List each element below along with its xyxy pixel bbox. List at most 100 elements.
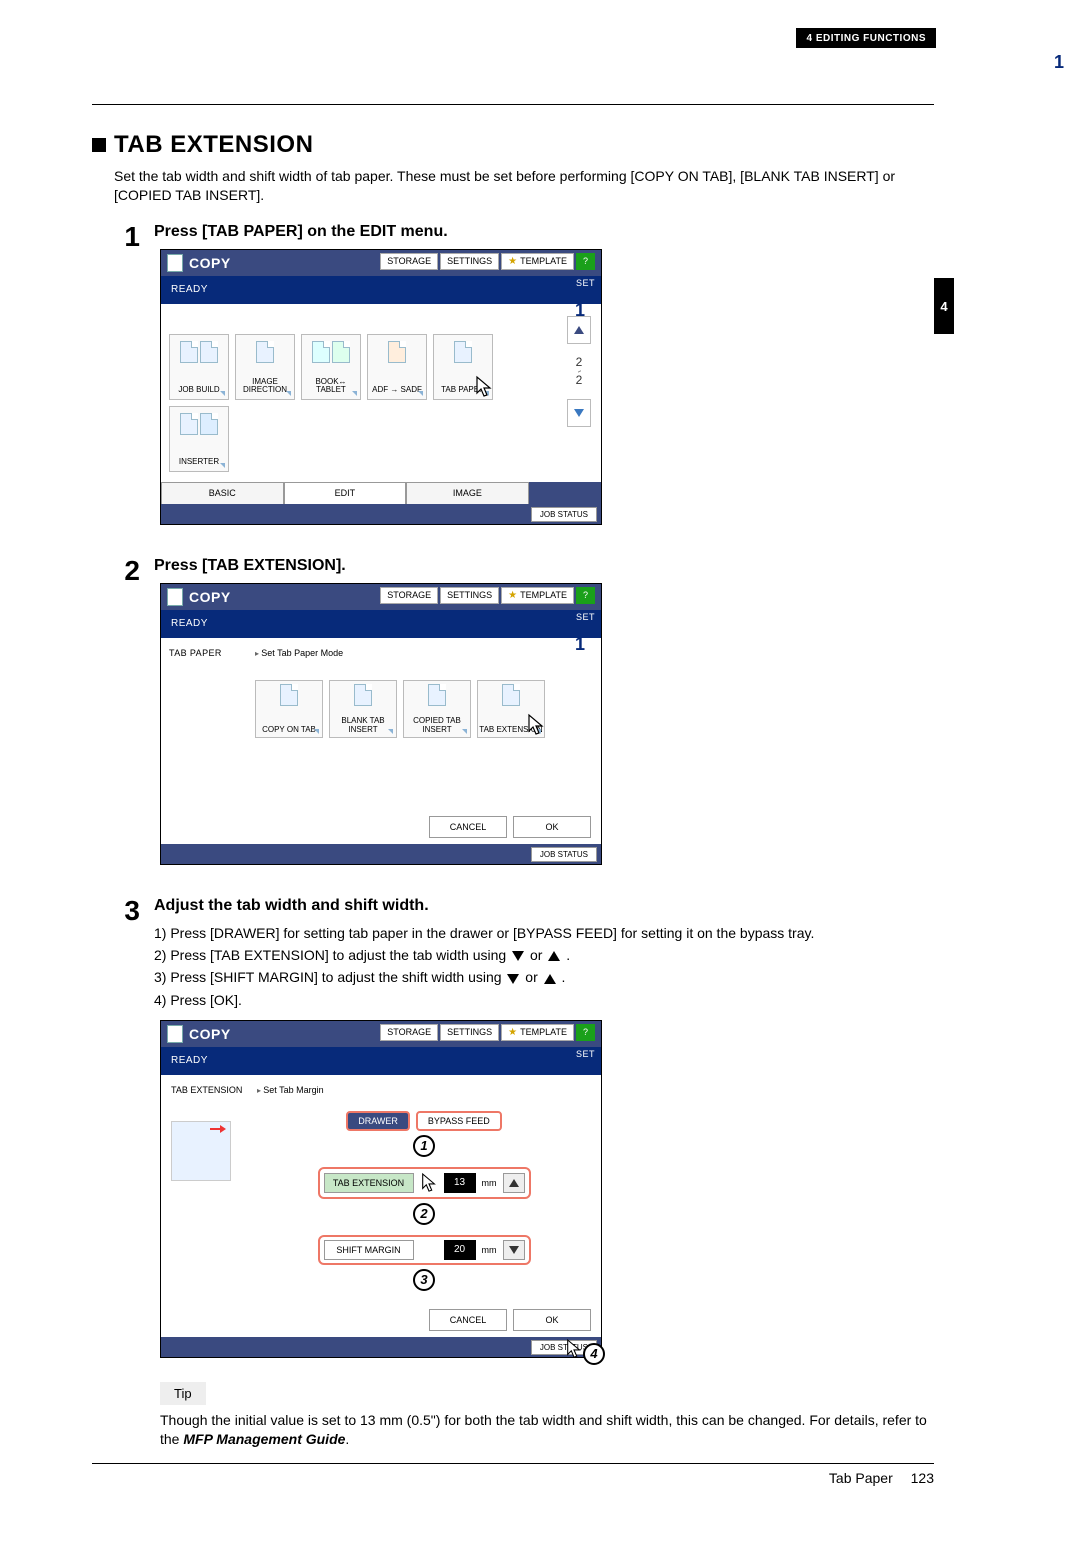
page-indicator: 22: [576, 348, 583, 395]
page-footer: Tab Paper 123: [92, 1463, 934, 1486]
option-image-direction[interactable]: IMAGE DIRECTION: [235, 334, 295, 400]
up-triangle-icon: [548, 951, 560, 961]
drawer-button[interactable]: DRAWER: [346, 1111, 410, 1131]
section-description: Set the tab width and shift width of tab…: [114, 167, 934, 205]
step-number: 2: [114, 557, 140, 865]
shift-margin-button[interactable]: SHIFT MARGIN: [324, 1240, 414, 1260]
decrement-button[interactable]: [503, 1240, 525, 1260]
top-tab-template[interactable]: TEMPLATE: [501, 253, 574, 270]
copy-app-icon: [167, 588, 183, 606]
top-tab-settings[interactable]: SETTINGS: [440, 1024, 499, 1041]
bullet-square-icon: [92, 138, 106, 152]
top-divider: [92, 104, 934, 105]
sub-steps: 1) Press [DRAWER] for setting tab paper …: [154, 923, 934, 1010]
option-copied-tab-insert[interactable]: COPIED TAB INSERT: [403, 680, 471, 738]
screen-app-title: COPY: [189, 589, 231, 605]
copy-count: 1: [1054, 52, 1064, 1548]
set-label: SET: [576, 612, 595, 622]
screen-status: READY SET: [161, 276, 601, 304]
option-adf-sadf[interactable]: ADF → SADF: [367, 334, 427, 400]
step-3: 3 Adjust the tab width and shift width. …: [92, 897, 934, 1449]
step-2: 2 Press [TAB EXTENSION]. COPY STORAGE SE…: [92, 557, 934, 865]
status-text: READY: [171, 284, 208, 295]
submenu-caption: Set Tab Margin: [257, 1085, 324, 1095]
tip-text: Though the initial value is set to 13 mm…: [160, 1411, 934, 1449]
option-book-tablet[interactable]: BOOK↔ TABLET: [301, 334, 361, 400]
option-tab-paper[interactable]: TAB PAPER: [433, 334, 493, 400]
step-1: 1 Press [TAB PAPER] on the EDIT menu. CO…: [92, 223, 934, 525]
screen-edit-menu: COPY STORAGE SETTINGS TEMPLATE ? READY S…: [160, 249, 602, 525]
submenu-title: TAB EXTENSION: [171, 1085, 257, 1095]
top-tab-storage[interactable]: STORAGE: [380, 1024, 438, 1041]
option-blank-tab-insert[interactable]: BLANK TAB INSERT: [329, 680, 397, 738]
up-triangle-icon: [544, 974, 556, 984]
submenu-caption: Set Tab Paper Mode: [255, 648, 593, 658]
screen-titlebar: COPY STORAGE SETTINGS TEMPLATE ?: [161, 250, 601, 276]
screen-tab-paper: COPY STORAGE SETTINGS TEMPLATE ? READY S…: [160, 583, 602, 865]
substep-3: 3) Press [SHIFT MARGIN] to adjust the sh…: [154, 967, 934, 987]
step-title: Adjust the tab width and shift width.: [154, 897, 934, 915]
section-title-text: TAB EXTENSION: [114, 131, 313, 159]
page-header: 4 EDITING FUNCTIONS: [0, 0, 1080, 50]
bottom-tab-basic[interactable]: BASIC: [161, 482, 284, 504]
click-cursor-icon: [420, 1172, 438, 1194]
tab-illustration: [171, 1121, 231, 1181]
copy-count: 1: [575, 634, 585, 828]
tip-label: Tip: [160, 1382, 206, 1405]
page-number: 123: [911, 1470, 934, 1486]
screen-footer: JOB STATUS: [161, 504, 601, 524]
top-tab-settings[interactable]: SETTINGS: [440, 253, 499, 270]
option-job-build[interactable]: JOB BUILD: [169, 334, 229, 400]
screen-app-title: COPY: [189, 1026, 231, 1042]
top-tab-help[interactable]: ?: [576, 253, 595, 270]
tab-width-value: 13: [444, 1173, 476, 1193]
copy-app-icon: [167, 254, 183, 272]
increment-button[interactable]: [503, 1173, 525, 1193]
substep-4: 4) Press [OK].: [154, 990, 934, 1010]
status-text: READY: [171, 618, 208, 629]
unit-label: mm: [482, 1178, 497, 1188]
click-cursor-icon: [474, 375, 494, 401]
screen-app-title: COPY: [189, 255, 231, 271]
chapter-side-tab: 4: [934, 278, 954, 334]
bottom-tab-spacer: [529, 482, 601, 504]
status-text: READY: [171, 1055, 208, 1066]
bypass-feed-button[interactable]: BYPASS FEED: [416, 1111, 502, 1131]
cancel-button[interactable]: CANCEL: [429, 1309, 507, 1331]
top-tab-help[interactable]: ?: [576, 1024, 595, 1041]
section-title: TAB EXTENSION: [92, 131, 934, 159]
callout-3: 3: [413, 1269, 435, 1291]
click-cursor-icon: [565, 1338, 583, 1363]
top-tab-settings[interactable]: SETTINGS: [440, 587, 499, 604]
bottom-tab-edit[interactable]: EDIT: [284, 482, 407, 504]
copy-app-icon: [167, 1025, 183, 1043]
option-copy-on-tab[interactable]: COPY ON TAB: [255, 680, 323, 738]
click-cursor-icon: [526, 713, 546, 739]
step-number: 3: [114, 897, 140, 1449]
tab-extension-button[interactable]: TAB EXTENSION: [324, 1173, 414, 1193]
top-tab-template[interactable]: TEMPLATE: [501, 1024, 574, 1041]
shift-width-value: 20: [444, 1240, 476, 1260]
down-triangle-icon: [512, 951, 524, 961]
set-label: SET: [576, 278, 595, 288]
option-tab-extension[interactable]: TAB EXTENSION: [477, 680, 545, 738]
arrow-icon: [210, 1128, 222, 1130]
bottom-tab-image[interactable]: IMAGE: [406, 482, 529, 504]
option-inserter[interactable]: INSERTER: [169, 406, 229, 472]
cancel-button[interactable]: CANCEL: [429, 816, 507, 838]
down-triangle-icon: [507, 974, 519, 984]
top-tab-help[interactable]: ?: [576, 587, 595, 604]
job-status-button[interactable]: JOB STATUS: [531, 847, 597, 862]
callout-4: 4: [583, 1349, 605, 1365]
top-tab-storage[interactable]: STORAGE: [380, 587, 438, 604]
job-status-button[interactable]: JOB STATUS: [531, 507, 597, 522]
chapter-header: 4 EDITING FUNCTIONS: [796, 28, 936, 48]
top-tab-template[interactable]: TEMPLATE: [501, 587, 574, 604]
scroll-up-button[interactable]: [567, 316, 591, 344]
ok-button[interactable]: OK: [513, 1309, 591, 1331]
set-label: SET: [576, 1049, 595, 1059]
substep-2: 2) Press [TAB EXTENSION] to adjust the t…: [154, 945, 934, 965]
top-tab-storage[interactable]: STORAGE: [380, 253, 438, 270]
scroll-down-button[interactable]: [567, 399, 591, 427]
callout-1: 1: [413, 1135, 435, 1157]
